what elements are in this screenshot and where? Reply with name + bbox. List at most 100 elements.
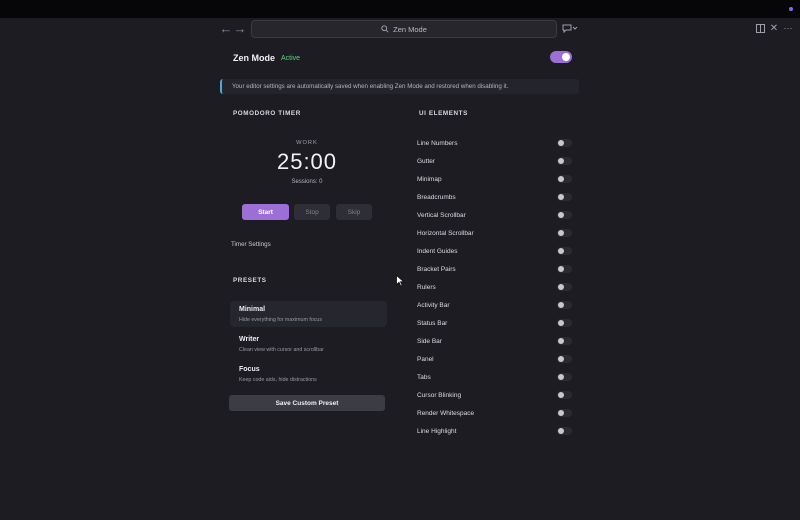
preset-name: Focus: [239, 366, 260, 373]
vertical-scrollbar-toggle[interactable]: [557, 211, 572, 219]
ui-element-row: Vertical Scrollbar: [417, 209, 572, 221]
toggle-knob: [558, 338, 564, 344]
split-layout-icon[interactable]: [755, 21, 765, 35]
preset-name: Writer: [239, 336, 260, 343]
notification-dot: [789, 7, 793, 11]
ui-element-row: Line Numbers: [417, 137, 572, 149]
search-icon: [381, 25, 389, 33]
toggle-knob: [558, 140, 564, 146]
preset-minimal[interactable]: Minimal Hide everything for maximum focu…: [230, 301, 387, 327]
ui-element-label: Indent Guides: [417, 247, 458, 255]
ui-element-label: Horizontal Scrollbar: [417, 229, 474, 237]
info-text: Your editor settings are automatically s…: [232, 83, 509, 90]
panel-toggle[interactable]: [557, 355, 572, 363]
zen-mode-header: Zen Mode Active: [233, 52, 300, 64]
command-bar: ← → Zen Mode ✕ ···: [0, 18, 800, 40]
tabs-toggle[interactable]: [557, 373, 572, 381]
ui-element-row: Rulers: [417, 281, 572, 293]
status-badge: Active: [281, 54, 301, 62]
toggle-knob: [558, 374, 564, 380]
ui-element-label: Panel: [417, 355, 434, 363]
indent-guides-toggle[interactable]: [557, 247, 572, 255]
toggle-knob: [558, 284, 564, 290]
more-icon[interactable]: ···: [782, 21, 794, 35]
pomodoro-section-title: POMODORO TIMER: [233, 110, 301, 117]
toggle-knob: [558, 428, 564, 434]
preset-name: Minimal: [239, 306, 266, 313]
toggle-knob: [558, 230, 564, 236]
ui-element-label: Render Whitespace: [417, 409, 475, 417]
timer-mode-label: WORK: [296, 140, 318, 146]
toggle-knob: [558, 392, 564, 398]
ui-element-row: Bracket Pairs: [417, 263, 572, 275]
ui-element-label: Rulers: [417, 283, 436, 291]
ui-element-row: Line Highlight: [417, 425, 572, 437]
toggle-knob: [558, 302, 564, 308]
ui-element-label: Line Numbers: [417, 139, 458, 147]
skip-button[interactable]: Skip: [336, 204, 372, 220]
ui-element-label: Vertical Scrollbar: [417, 211, 466, 219]
forward-arrow-icon[interactable]: →: [232, 21, 248, 37]
ui-element-row: Horizontal Scrollbar: [417, 227, 572, 239]
ui-element-row: Tabs: [417, 371, 572, 383]
stop-button[interactable]: Stop: [294, 204, 330, 220]
ui-element-label: Tabs: [417, 373, 431, 381]
toggle-knob: [558, 248, 564, 254]
ui-element-row: Cursor Blinking: [417, 389, 572, 401]
save-custom-preset-button[interactable]: Save Custom Preset: [229, 395, 385, 411]
toggle-knob: [558, 212, 564, 218]
mouse-pointer-icon: [396, 275, 405, 287]
line-highlight-toggle[interactable]: [557, 427, 572, 435]
toggle-knob: [558, 176, 564, 182]
rulers-toggle[interactable]: [557, 283, 572, 291]
ui-element-label: Activity Bar: [417, 301, 450, 309]
ui-element-row: Breadcrumbs: [417, 191, 572, 203]
session-count: Sessions: 0: [291, 179, 323, 185]
search-text: Zen Mode: [393, 24, 427, 34]
chat-icon[interactable]: [561, 21, 579, 35]
ui-element-row: Activity Bar: [417, 299, 572, 311]
bracket-pairs-toggle[interactable]: [557, 265, 572, 273]
ui-element-label: Gutter: [417, 157, 436, 165]
toggle-knob: [558, 266, 564, 272]
preset-description: Clean view with cursor and scrollbar: [239, 347, 324, 353]
ui-element-row: Indent Guides: [417, 245, 572, 257]
ui-element-label: Line Highlight: [417, 427, 457, 435]
title-bar: [0, 0, 800, 18]
timer-display: 25:00: [276, 149, 338, 174]
ui-element-label: Breadcrumbs: [417, 193, 456, 201]
zen-mode-toggle[interactable]: [550, 51, 572, 63]
ui-element-row: Minimap: [417, 173, 572, 185]
preset-focus[interactable]: Focus Keep code aids, hide distractions: [230, 361, 387, 387]
horizontal-scrollbar-toggle[interactable]: [557, 229, 572, 237]
ui-element-label: Minimap: [417, 175, 442, 183]
start-button[interactable]: Start: [242, 204, 289, 220]
ui-element-row: Render Whitespace: [417, 407, 572, 419]
minimap-toggle[interactable]: [557, 175, 572, 183]
breadcrumbs-toggle[interactable]: [557, 193, 572, 201]
ui-element-label: Side Bar: [417, 337, 442, 345]
gutter-toggle[interactable]: [557, 157, 572, 165]
line-numbers-toggle[interactable]: [557, 139, 572, 147]
search-input[interactable]: Zen Mode: [251, 20, 557, 38]
side-bar-toggle[interactable]: [557, 337, 572, 345]
ui-element-label: Bracket Pairs: [417, 265, 456, 273]
ui-element-row: Side Bar: [417, 335, 572, 347]
toggle-knob: [558, 410, 564, 416]
toggle-knob: [558, 194, 564, 200]
activity-bar-toggle[interactable]: [557, 301, 572, 309]
timer-settings-link[interactable]: Timer Settings: [231, 241, 271, 248]
toggle-knob: [558, 158, 564, 164]
cursor-blinking-toggle[interactable]: [557, 391, 572, 399]
presets-section-title: PRESETS: [233, 277, 267, 284]
preset-writer[interactable]: Writer Clean view with cursor and scroll…: [230, 331, 387, 357]
toggle-knob: [558, 356, 564, 362]
page-title: Zen Mode: [233, 53, 275, 63]
ui-element-row: Status Bar: [417, 317, 572, 329]
close-icon[interactable]: ✕: [769, 21, 779, 35]
ui-element-label: Cursor Blinking: [417, 391, 462, 399]
status-bar-toggle[interactable]: [557, 319, 572, 327]
toggle-knob: [558, 320, 564, 326]
render-whitespace-toggle[interactable]: [557, 409, 572, 417]
ui-elements-section-title: UI ELEMENTS: [419, 110, 468, 117]
